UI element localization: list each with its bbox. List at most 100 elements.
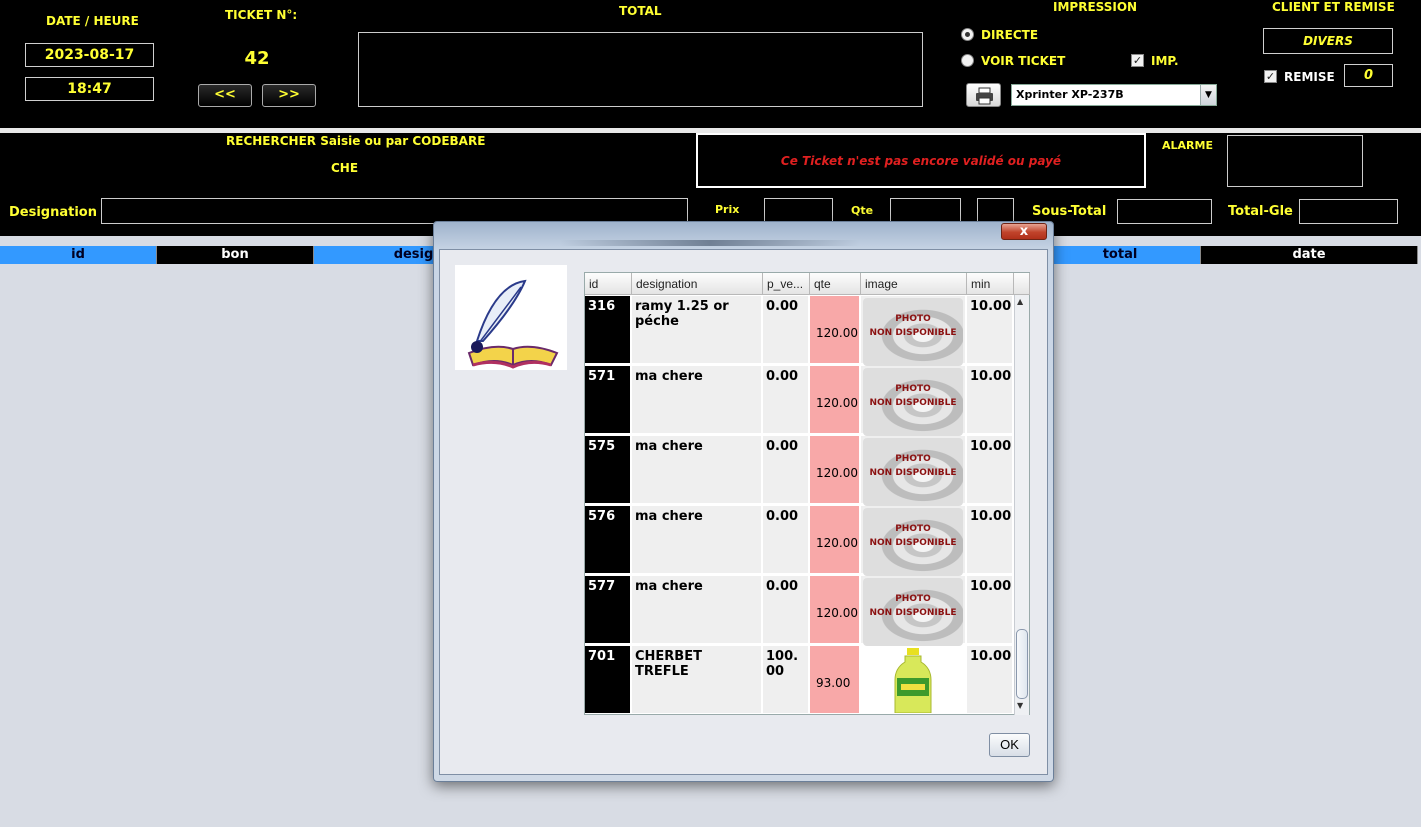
- vertical-scrollbar[interactable]: ▲ ▼: [1014, 295, 1029, 715]
- date-heure-label: DATE / HEURE: [46, 14, 139, 28]
- cell-p-vente: 0.00: [763, 366, 808, 433]
- cell-qte: 120.00: [810, 576, 859, 643]
- quill-book-icon: [467, 279, 559, 369]
- cell-designation: ma chere: [632, 436, 761, 503]
- cell-id: 701: [585, 646, 630, 713]
- date-field[interactable]: 2023-08-17: [25, 43, 154, 67]
- imp-checkbox[interactable]: ✓: [1131, 54, 1144, 67]
- dialog-title-shine: [560, 240, 860, 246]
- col-header-id[interactable]: id: [0, 246, 157, 264]
- cell-designation: CHERBET TREFLE: [632, 646, 761, 713]
- bottle-image: [894, 648, 932, 714]
- designation-label: Designation: [9, 205, 97, 220]
- photo-line1: PHOTO: [895, 314, 931, 324]
- photo-line2: NON DISPONIBLE: [869, 608, 957, 618]
- table-row[interactable]: 575 ma chere 0.00 120.00 PHOTO NON DISPONIB…: [585, 436, 1014, 506]
- alarme-box: [1227, 135, 1363, 187]
- table-row[interactable]: 701 CHERBET TREFLE 100.00 93.00 10.00: [585, 646, 1014, 715]
- cell-id: 576: [585, 506, 630, 573]
- ticket-label: TICKET N°:: [225, 8, 298, 22]
- scroll-thumb[interactable]: [1016, 629, 1028, 699]
- cell-p-vente: 0.00: [763, 296, 808, 363]
- table-row[interactable]: 316 ramy 1.25 or péche 0.00 120.00 PHOTO NO…: [585, 296, 1014, 366]
- cell-image: PHOTO NON DISPONIBLE: [861, 366, 965, 436]
- printer-select[interactable]: Xprinter XP-237B ▼: [1011, 84, 1217, 106]
- printer-select-value: Xprinter XP-237B: [1016, 88, 1124, 101]
- scroll-up-icon[interactable]: ▲: [1017, 297, 1023, 306]
- impression-label: IMPRESSION: [1053, 0, 1138, 14]
- cell-designation: ma chere: [632, 506, 761, 573]
- cell-id: 571: [585, 366, 630, 433]
- previous-ticket-button[interactable]: <<: [198, 84, 252, 107]
- col-header-date[interactable]: date: [1201, 246, 1418, 264]
- cell-min: 10.00: [967, 296, 1012, 363]
- imp-label: IMP.: [1151, 54, 1179, 68]
- chevron-down-icon[interactable]: ▼: [1200, 85, 1216, 105]
- photo-line1: PHOTO: [895, 384, 931, 394]
- cell-min: 10.00: [967, 436, 1012, 503]
- scroll-down-icon[interactable]: ▼: [1017, 701, 1023, 710]
- cell-qte: 120.00: [810, 296, 859, 363]
- photo-line2: NON DISPONIBLE: [869, 328, 957, 338]
- client-field[interactable]: DIVERS: [1263, 28, 1393, 54]
- cell-p-vente: 0.00: [763, 436, 808, 503]
- search-query[interactable]: CHE: [331, 161, 358, 175]
- time-field[interactable]: 18:47: [25, 77, 154, 101]
- status-message: Ce Ticket n'est pas encore validé ou pay…: [696, 133, 1146, 188]
- search-title: RECHERCHER Saisie ou par CODEBARE: [226, 134, 486, 148]
- remise-label: REMISE: [1284, 70, 1335, 84]
- cell-id: 575: [585, 436, 630, 503]
- directe-radio[interactable]: [961, 28, 974, 41]
- sous-total-label: Sous-Total: [1032, 204, 1107, 219]
- table-row[interactable]: 576 ma chere 0.00 120.00 PHOTO NON DISPONIB…: [585, 506, 1014, 576]
- cell-min: 10.00: [967, 506, 1012, 573]
- table-row[interactable]: 577 ma chere 0.00 120.00 PHOTO NON DISPONIB…: [585, 576, 1014, 646]
- photo-placeholder-icon: PHOTO NON DISPONIBLE: [863, 368, 963, 436]
- next-ticket-button[interactable]: >>: [262, 84, 316, 107]
- grid-header-qte[interactable]: qte: [810, 273, 861, 295]
- cell-image: [861, 646, 965, 714]
- grid-rows: 316 ramy 1.25 or péche 0.00 120.00 PHOTO NO…: [585, 296, 1014, 715]
- grid-header-p-vente[interactable]: p_ve...: [763, 273, 810, 295]
- grid-header-image[interactable]: image: [861, 273, 967, 295]
- photo-line2: NON DISPONIBLE: [869, 398, 957, 408]
- cell-designation: ma chere: [632, 366, 761, 433]
- qte-label: Qte: [851, 204, 874, 217]
- col-header-bon[interactable]: bon: [157, 246, 314, 264]
- printer-icon: [976, 87, 993, 105]
- voir-ticket-label: VOIR TICKET: [981, 54, 1066, 68]
- col-header-total[interactable]: total: [1040, 246, 1201, 264]
- photo-placeholder-icon: PHOTO NON DISPONIBLE: [863, 508, 963, 576]
- remise-field[interactable]: 0: [1344, 64, 1393, 87]
- print-button[interactable]: [966, 83, 1001, 107]
- cell-p-vente: 0.00: [763, 576, 808, 643]
- total-gle-field: [1299, 199, 1398, 224]
- total-label: TOTAL: [619, 4, 662, 18]
- cell-min: 10.00: [967, 576, 1012, 643]
- grid-header-designation[interactable]: designation: [632, 273, 763, 295]
- photo-placeholder-icon: PHOTO NON DISPONIBLE: [863, 438, 963, 506]
- cell-image: PHOTO NON DISPONIBLE: [861, 576, 965, 646]
- ticket-number: 42: [244, 48, 270, 69]
- ok-button[interactable]: OK: [989, 733, 1030, 757]
- grid-header-id[interactable]: id: [585, 273, 632, 295]
- photo-line1: PHOTO: [895, 454, 931, 464]
- cell-id: 316: [585, 296, 630, 363]
- client-label: CLIENT ET REMISE: [1272, 0, 1395, 14]
- alarme-label: ALARME: [1162, 139, 1213, 152]
- cell-p-vente: 0.00: [763, 506, 808, 573]
- grid-header-min[interactable]: min: [967, 273, 1014, 295]
- cell-min: 10.00: [967, 646, 1012, 713]
- remise-checkbox[interactable]: ✓: [1264, 70, 1277, 83]
- cell-min: 10.00: [967, 366, 1012, 433]
- cell-designation: ramy 1.25 or péche: [632, 296, 761, 363]
- voir-ticket-radio[interactable]: [961, 54, 974, 67]
- directe-label: DIRECTE: [981, 28, 1039, 42]
- prix-label: Prix: [715, 203, 740, 216]
- cell-qte: 120.00: [810, 436, 859, 503]
- sous-total-field: [1117, 199, 1212, 224]
- close-button[interactable]: x: [1001, 223, 1047, 240]
- total-gle-label: Total-Gle: [1228, 204, 1293, 219]
- table-row[interactable]: 571 ma chere 0.00 120.00 PHOTO NON DISPONIB…: [585, 366, 1014, 436]
- photo-line2: NON DISPONIBLE: [869, 538, 957, 548]
